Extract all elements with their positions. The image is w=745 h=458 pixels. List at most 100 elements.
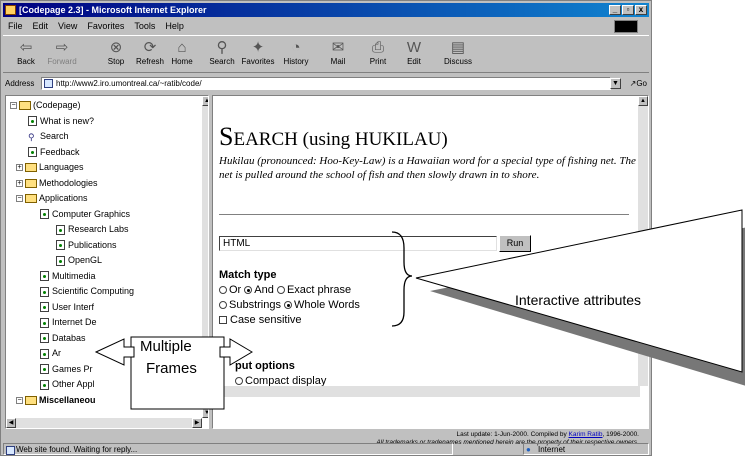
toolbar-mail-button[interactable]: ✉ Mail [319,38,357,72]
tree-item[interactable]: Research Labs [56,223,129,235]
tree-item[interactable]: Games Pr [40,363,93,375]
menu-tools[interactable]: Tools [134,21,155,31]
folder-icon [25,194,37,204]
toolbar-label: Mail [330,57,346,66]
tree-item-label: Publications [68,239,117,250]
radio-whole-words-label: Whole Words [294,299,360,311]
tree-item[interactable]: + Languages [16,161,84,173]
tree-item[interactable]: OpenGL [56,254,102,266]
right-vertical-scrollbar[interactable]: ▲ [638,96,648,386]
address-dropdown-button[interactable]: ▼ [610,78,621,89]
tree-item[interactable]: What is new? [28,115,94,127]
frames-label: Frames [146,360,197,377]
maximize-button[interactable]: ▫ [622,5,634,15]
right-scroll-up-button[interactable]: ▲ [638,96,648,106]
home-icon: ⌂ [177,39,187,56]
toolbar-forward-button[interactable]: ⇨ Forward [43,38,81,72]
tree-item-label: Feedback [40,146,80,157]
menu-favorites[interactable]: Favorites [87,21,124,31]
toolbar-discuss-button[interactable]: ▤ Discuss [439,38,477,72]
toolbar-label: History [283,57,309,66]
page-icon [40,271,49,282]
toolbar-back-button[interactable]: ⇦ Back [7,38,45,72]
radio-and[interactable] [244,286,253,295]
page-icon [40,333,49,344]
toolbar-history-button[interactable]: ◔ History [277,38,315,72]
radio-or[interactable] [219,286,227,295]
tree-item[interactable]: Feedback [28,146,80,158]
tree-item[interactable]: − Miscellaneou [16,394,96,406]
page-icon [44,79,53,88]
tree-expander-icon[interactable]: + [16,164,23,172]
menu-file[interactable]: File [8,21,23,31]
tree-item[interactable]: + Methodologies [16,177,98,189]
match-options-row2: Substrings Whole Words [219,299,360,311]
tree-item[interactable]: ⚲ Search [28,130,69,142]
radio-compact[interactable] [235,377,243,386]
edit-icon: W [406,39,422,56]
close-button[interactable]: x [635,5,647,15]
toolbar-favorites-button[interactable]: ✦ Favorites [239,38,277,72]
tree-item[interactable]: Ar [40,347,61,359]
page-icon [40,302,49,313]
tree-item[interactable]: Publications [56,239,117,251]
output-options-heading: put options [235,360,295,372]
address-input[interactable]: http://www2.iro.umontreal.ca/~ratib/code… [41,77,611,90]
tree-item[interactable]: Computer Graphics [40,208,130,220]
match-options-row1: Or And Exact phrase [219,284,351,296]
address-bar: Address http://www2.iro.umontreal.ca/~ra… [3,75,649,92]
right-horizontal-scrollbar[interactable]: ◀ [213,386,640,397]
tree-expander-icon[interactable]: − [10,102,17,110]
toolbar-label: Favorites [241,57,275,66]
page-icon [28,147,37,158]
refresh-icon: ⟳ [143,39,157,56]
footer-years: , 1996-2000. [602,431,639,438]
radio-exact-phrase[interactable] [276,286,285,295]
tree-expander-icon[interactable]: − [16,396,23,404]
tree-expander-icon[interactable]: + [16,179,23,187]
radio-whole-words[interactable] [284,301,293,310]
case-sensitive-checkbox[interactable] [219,316,227,325]
tree-item-label: Languages [39,162,84,172]
toolbar-label: Edit [407,57,421,66]
tree-item[interactable]: Multimedia [40,270,96,282]
minimize-button[interactable]: _ [609,5,621,15]
tree-item[interactable]: Internet De [40,316,97,328]
toolbar: ⇦ Back ⇨ Forward ⊗ Stop ⟳ Refresh ⌂ Home ⚲ Search ✦ F… [3,35,649,73]
run-button[interactable]: Run [499,235,531,252]
scroll-up-button[interactable]: ▲ [202,96,208,106]
search-input[interactable]: HTML [219,236,497,251]
history-icon: ◔ [291,39,301,56]
scroll-right-button[interactable]: ▶ [192,418,202,428]
menu-edit[interactable]: Edit [33,21,49,31]
toolbar-home-button[interactable]: ⌂ Home [163,38,201,72]
zone-label: Internet [538,445,566,454]
toolbar-stop-button[interactable]: ⊗ Stop [97,38,135,72]
tree-item[interactable]: − (Codepage) [10,99,81,111]
tree-item[interactable]: Databas [40,332,86,344]
author-link[interactable]: Karim Ratib [569,431,603,438]
left-vertical-scrollbar[interactable]: ▲ ▼ [202,96,208,418]
page-icon [40,209,49,220]
go-button[interactable]: ↗Go [630,75,647,92]
tree-item[interactable]: Scientific Computing [40,285,134,297]
toolbar-search-button[interactable]: ⚲ Search [203,38,241,72]
page-icon [40,348,49,359]
left-horizontal-scrollbar[interactable]: ◀ ▶ [6,418,202,428]
page-icon [56,255,65,266]
tree-item[interactable]: User Interf [40,301,94,313]
menu-view[interactable]: View [58,21,77,31]
menu-help[interactable]: Help [165,21,184,31]
tree-item-label: Scientific Computing [52,286,135,296]
tree-expander-icon[interactable]: − [16,195,23,203]
toolbar-edit-button[interactable]: W Edit [395,38,433,72]
forward-arrow-icon: ⇨ [55,39,69,56]
radio-substrings[interactable] [219,301,227,310]
toolbar-print-button[interactable]: ⎙ Print [359,38,397,72]
tree-item[interactable]: Other Appl [40,378,95,390]
page-icon [56,224,65,235]
scroll-down-button[interactable]: ▼ [202,408,208,418]
tree-item[interactable]: − Applications [16,192,88,204]
scroll-left-button[interactable]: ◀ [6,418,16,428]
right-scroll-left-button[interactable]: ◀ [213,386,223,396]
